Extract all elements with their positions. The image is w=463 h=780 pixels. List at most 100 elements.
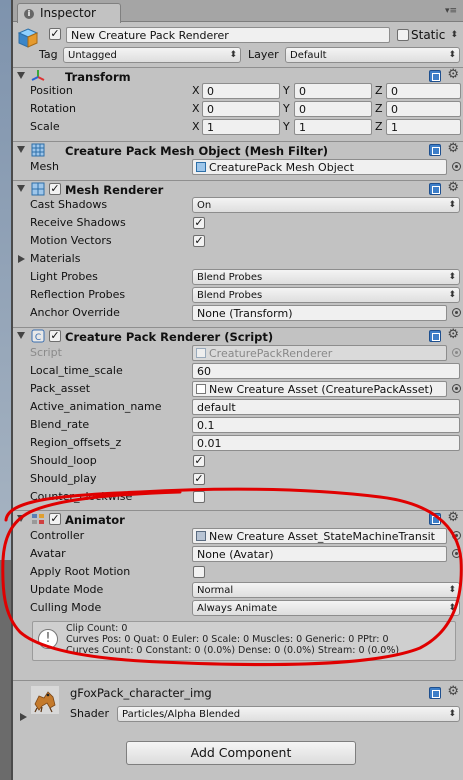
active-animation-name-field[interactable]: default [192,399,460,415]
curves-pos-text: Curves Pos: 0 Quat: 0 Euler: 0 Scale: 0 … [66,634,389,645]
foldout-arrow-icon[interactable] [17,146,25,153]
gameobject-cube-icon [17,28,39,48]
counter-clockwise-checkbox[interactable] [193,491,205,503]
svg-text:C: C [35,333,41,343]
culling-mode-dropdown[interactable]: Always Animate [192,600,460,616]
curves-count-text: Curves Count: 0 Constant: 0 (0.0%) Dense… [66,645,400,656]
rotation-y-field[interactable]: 0 [294,101,372,117]
controller-label: Controller [30,529,85,542]
static-label: Static [411,28,446,42]
scale-y-label[interactable]: Y [283,120,290,134]
tag-dropdown[interactable]: Untagged [63,47,241,63]
local-time-scale-field[interactable]: 60 [192,363,460,379]
gear-icon[interactable]: ⚙ [447,68,459,82]
blend-rate-field[interactable]: 0.1 [192,417,460,433]
mesh-field[interactable]: CreaturePack Mesh Object [192,159,447,175]
mesh-asset-icon [196,162,206,172]
help-book-icon[interactable] [429,330,441,342]
receive-shadows-checkbox[interactable]: ✓ [193,217,205,229]
mesh-filter-header[interactable]: Creature Pack Mesh Object (Mesh Filter) … [13,141,463,159]
apply-root-motion-checkbox[interactable] [193,566,205,578]
motion-vectors-checkbox[interactable]: ✓ [193,235,205,247]
position-z-field[interactable]: 0 [386,83,461,99]
apply-root-motion-label: Apply Root Motion [30,565,131,578]
static-checkbox[interactable] [397,29,409,41]
position-x-field[interactable]: 0 [202,83,280,99]
pack-asset-field[interactable]: New Creature Asset (CreaturePackAsset) [192,381,447,397]
script-label: Script [30,346,62,359]
rotation-x-field[interactable]: 0 [202,101,280,117]
should-loop-checkbox[interactable]: ✓ [193,455,205,467]
scale-x-label[interactable]: X [192,120,200,134]
object-picker-icon[interactable] [452,308,461,317]
position-y-field[interactable]: 0 [294,83,372,99]
object-name-field[interactable]: New Creature Pack Renderer [66,27,390,43]
scale-z-label[interactable]: Z [375,120,383,134]
asset-file-icon [196,384,206,394]
animator-header[interactable]: ✓ Animator ⚙ [13,510,463,528]
rotation-z-label[interactable]: Z [375,102,383,116]
position-y-label[interactable]: Y [283,84,290,98]
script-enabled-checkbox[interactable]: ✓ [49,330,61,342]
gear-icon[interactable]: ⚙ [447,181,459,195]
scale-y-field[interactable]: 1 [294,119,372,135]
should-play-label: Should_play [30,472,97,485]
anchor-override-field[interactable]: None (Transform) [192,305,447,321]
foldout-arrow-icon[interactable] [17,515,25,522]
static-dropdown-arrow[interactable] [449,28,461,44]
avatar-field[interactable]: None (Avatar) [192,546,447,562]
object-picker-icon[interactable] [452,384,461,393]
help-book-icon[interactable] [429,513,441,525]
info-icon: i [24,9,34,19]
help-book-icon[interactable] [429,70,441,82]
animator-icon [32,514,44,524]
tab-menu-icon[interactable]: ▾≡ [445,6,459,16]
script-component-header[interactable]: C ✓ Creature Pack Renderer (Script) ⚙ [13,327,463,345]
rotation-y-label[interactable]: Y [283,102,290,116]
material-preview-icon [31,686,59,714]
gear-icon[interactable]: ⚙ [447,328,459,342]
animator-enabled-checkbox[interactable]: ✓ [49,513,61,525]
rotation-label: Rotation [30,102,77,115]
scale-z-field[interactable]: 1 [386,119,461,135]
layer-dropdown[interactable]: Default [285,47,460,63]
position-z-label[interactable]: Z [375,84,383,98]
controller-field[interactable]: New Creature Asset_StateMachineTransit [192,528,447,544]
active-animation-name-label: Active_animation_name [30,400,162,413]
region-offsets-z-field[interactable]: 0.01 [192,435,460,451]
help-book-icon[interactable] [429,183,441,195]
scale-x-field[interactable]: 1 [202,119,280,135]
object-picker-icon[interactable] [452,531,461,540]
tab-inspector[interactable]: i Inspector [17,3,121,23]
info-bubble-icon: ! [38,629,58,649]
script-asset-icon [196,348,206,358]
gear-icon[interactable]: ⚙ [447,685,459,699]
mesh-renderer-enabled-checkbox[interactable]: ✓ [49,183,61,195]
object-picker-icon[interactable] [452,549,461,558]
gear-icon[interactable]: ⚙ [447,142,459,156]
shader-dropdown[interactable]: Particles/Alpha Blended [117,706,460,722]
object-header: ✓ New Creature Pack Renderer Static Tag … [13,23,463,68]
materials-foldout-icon[interactable] [18,255,25,263]
position-x-label[interactable]: X [192,84,200,98]
mesh-value: CreaturePack Mesh Object [209,161,354,174]
foldout-arrow-icon[interactable] [17,332,25,339]
help-book-icon[interactable] [429,144,441,156]
foldout-arrow-icon[interactable] [17,72,25,79]
foldout-arrow-icon[interactable] [17,185,25,192]
cast-shadows-dropdown[interactable]: On [192,197,460,213]
active-checkbox[interactable]: ✓ [49,28,61,40]
rotation-x-label[interactable]: X [192,102,200,116]
reflection-probes-dropdown[interactable]: Blend Probes [192,287,460,303]
light-probes-dropdown[interactable]: Blend Probes [192,269,460,285]
mesh-renderer-header[interactable]: ✓ Mesh Renderer ⚙ [13,180,463,198]
update-mode-dropdown[interactable]: Normal [192,582,460,598]
rotation-z-field[interactable]: 0 [386,101,461,117]
object-picker-icon[interactable] [452,162,461,171]
add-component-button[interactable]: Add Component [126,741,356,765]
should-play-checkbox[interactable]: ✓ [193,473,205,485]
help-book-icon[interactable] [429,687,441,699]
material-foldout-icon[interactable] [20,713,27,721]
gear-icon[interactable]: ⚙ [447,511,459,525]
materials-label[interactable]: Materials [30,252,80,266]
